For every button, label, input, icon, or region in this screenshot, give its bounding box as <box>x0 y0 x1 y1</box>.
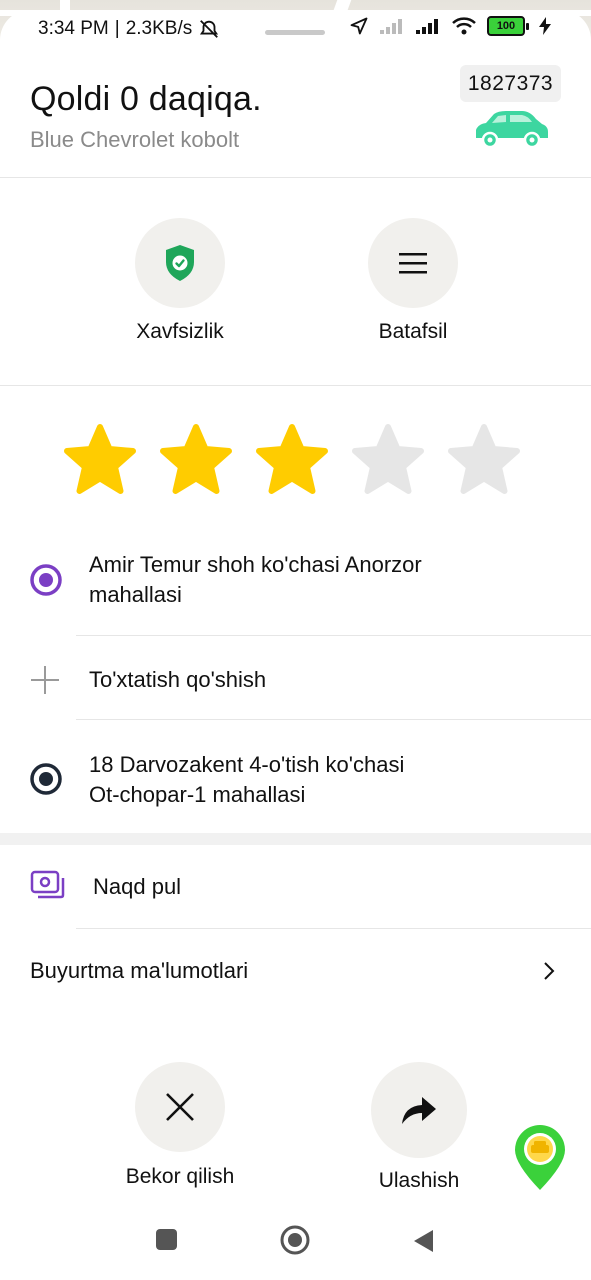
destination-address-line2: Ot-chopar-1 mahallasi <box>89 782 306 807</box>
route-divider <box>76 719 591 720</box>
cancel-label: Bekor qilish <box>125 1165 235 1188</box>
status-network-speed: 2.3KB/s <box>126 18 193 40</box>
add-stop-button[interactable]: To'xtatish qo'shish <box>89 665 266 695</box>
share-label: Ulashish <box>378 1169 460 1192</box>
trip-bottom-sheet: 3:34 PM | 2.3KB/s 100 Qoldi 0 daqiqa. Bl… <box>0 10 591 1280</box>
actions-divider <box>0 385 591 386</box>
payment-method[interactable]: Naqd pul <box>93 872 181 902</box>
header-divider <box>0 177 591 178</box>
plus-icon <box>31 666 59 694</box>
share-button[interactable] <box>371 1062 467 1158</box>
trip-header: Qoldi 0 daqiqa. Blue Chevrolet kobolt 18… <box>0 50 591 178</box>
menu-icon <box>399 253 427 274</box>
car-description: Blue Chevrolet kobolt <box>30 127 240 152</box>
safety-button[interactable] <box>135 218 225 308</box>
star-icon[interactable] <box>158 422 234 498</box>
payment-divider <box>76 928 591 929</box>
cancel-button[interactable] <box>135 1062 225 1152</box>
destination-address[interactable]: 18 Darvozakent 4-o'tish ko'chasi Ot-chop… <box>89 750 404 810</box>
star-icon[interactable] <box>446 422 522 498</box>
status-bar: 3:34 PM | 2.3KB/s 100 <box>0 10 591 50</box>
chevron-right-icon[interactable] <box>542 960 556 982</box>
signal-weak-icon <box>380 19 402 34</box>
details-label: Batafsil <box>378 320 448 343</box>
home-button[interactable] <box>279 1224 311 1256</box>
speed-value: 2.3KB/s <box>125 18 193 39</box>
alarm-off-icon <box>200 20 219 38</box>
safety-label: Xavfsizlik <box>136 320 224 343</box>
eta-title: Qoldi 0 daqiqa. <box>30 80 262 118</box>
cash-icon <box>30 870 65 899</box>
charging-bolt-icon <box>539 17 551 35</box>
car-icon <box>476 111 548 149</box>
signal-icon <box>416 19 438 34</box>
close-icon <box>166 1093 194 1121</box>
pickup-address-line2: mahallasi <box>89 582 182 607</box>
star-icon[interactable] <box>62 422 138 498</box>
star-icon[interactable] <box>254 422 330 498</box>
destination-address-line1: 18 Darvozakent 4-o'tish ko'chasi <box>89 752 405 777</box>
order-info-link[interactable]: Buyurtma ma'lumotlari <box>30 956 248 986</box>
battery-icon: 100 <box>487 16 529 36</box>
system-navigation-bar <box>0 1215 591 1280</box>
location-arrow-icon <box>350 17 368 35</box>
pickup-address[interactable]: Amir Temur shoh ko'chasi Anorzor mahalla… <box>89 550 422 610</box>
status-separator: | <box>114 18 120 39</box>
rating-stars <box>62 422 522 498</box>
back-button[interactable] <box>411 1228 435 1254</box>
wifi-icon <box>452 17 476 35</box>
battery-level: 100 <box>487 16 525 36</box>
share-arrow-icon <box>402 1097 436 1124</box>
star-icon[interactable] <box>350 422 426 498</box>
recents-button[interactable] <box>156 1229 177 1250</box>
license-plate: 1827373 <box>460 65 561 102</box>
pickup-address-line1: Amir Temur shoh ko'chasi Anorzor <box>89 552 422 577</box>
sheet-drag-handle[interactable] <box>265 30 325 35</box>
shield-check-icon <box>166 245 194 281</box>
route-divider <box>76 635 591 636</box>
destination-marker-icon <box>30 763 62 795</box>
details-button[interactable] <box>368 218 458 308</box>
status-time: 3:34 PM <box>38 18 109 39</box>
taxi-pin-icon[interactable] <box>511 1124 569 1192</box>
section-divider <box>0 833 591 845</box>
pickup-marker-icon <box>30 564 62 596</box>
